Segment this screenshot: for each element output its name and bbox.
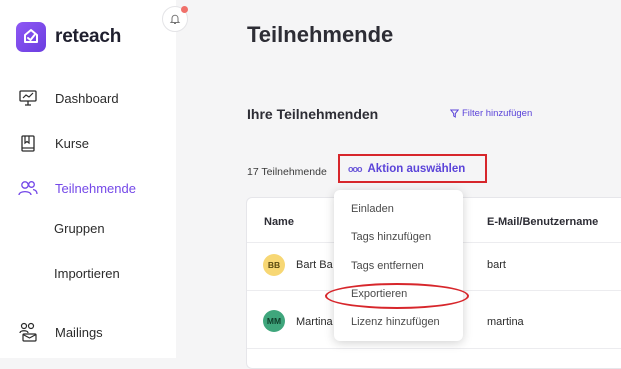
sidebar-subitem-gruppen[interactable]: Gruppen xyxy=(54,221,105,236)
app-logo[interactable]: reteach xyxy=(16,22,121,52)
sidebar-item-teilnehmende[interactable]: Teilnehmende xyxy=(18,178,136,198)
page-title: Teilnehmende xyxy=(247,22,394,47)
sidebar-item-mailings[interactable]: Mailings xyxy=(18,322,103,342)
book-icon xyxy=(18,133,38,153)
reteach-logo-icon xyxy=(16,22,46,52)
sidebar-item-label: Kurse xyxy=(55,135,89,151)
action-dropdown-menu: Einladen Tags hinzufügen Tags entfernen … xyxy=(334,190,463,341)
mail-users-icon xyxy=(18,322,38,342)
menu-item-einladen[interactable]: Einladen xyxy=(351,203,394,215)
sidebar-item-label: Mailings xyxy=(55,324,103,340)
monitor-chart-icon xyxy=(18,88,38,108)
avatar: BB xyxy=(263,254,285,276)
add-filter-link[interactable]: Filter hinzufügen xyxy=(450,108,532,119)
participant-name: Bart Ba xyxy=(296,259,333,271)
sidebar-item-dashboard[interactable]: Dashboard xyxy=(18,88,119,108)
sidebar-subitem-importieren[interactable]: Importieren xyxy=(54,266,120,281)
highlight-ellipse xyxy=(325,283,469,309)
column-header-name[interactable]: Name xyxy=(264,216,294,228)
bell-icon xyxy=(169,14,181,24)
sidebar-item-label: Teilnehmende xyxy=(55,180,136,196)
filter-icon xyxy=(450,109,459,118)
menu-item-tags-hinzufuegen[interactable]: Tags hinzufügen xyxy=(351,231,431,243)
sidebar-item-kurse[interactable]: Kurse xyxy=(18,133,89,153)
notification-button[interactable] xyxy=(162,6,188,32)
sidebar: reteach Dashboard Kurse Teilnehmende Gru… xyxy=(0,0,176,358)
notification-badge xyxy=(181,6,188,13)
menu-item-lizenz-hinzufuegen[interactable]: Lizenz hinzufügen xyxy=(351,316,440,328)
more-dots-icon: ooo xyxy=(348,163,362,174)
select-action-button[interactable]: ooo Aktion auswählen xyxy=(338,154,487,183)
section-title: Ihre Teilnehmenden xyxy=(247,106,379,122)
users-icon xyxy=(18,178,38,198)
participant-email: martina xyxy=(487,316,524,328)
column-header-email[interactable]: E-Mail/Benutzername xyxy=(487,216,598,228)
participant-email: bart xyxy=(487,259,506,271)
participant-name: Martina xyxy=(296,316,333,328)
add-filter-label: Filter hinzufügen xyxy=(462,108,533,119)
select-action-label: Aktion auswählen xyxy=(367,162,466,175)
app-name: reteach xyxy=(55,26,122,47)
avatar: MM xyxy=(263,310,285,332)
row-divider xyxy=(247,348,621,349)
participant-count: 17 Teilnehmende xyxy=(247,166,327,178)
sidebar-item-label: Dashboard xyxy=(55,90,119,106)
menu-item-tags-entfernen[interactable]: Tags entfernen xyxy=(351,260,424,272)
